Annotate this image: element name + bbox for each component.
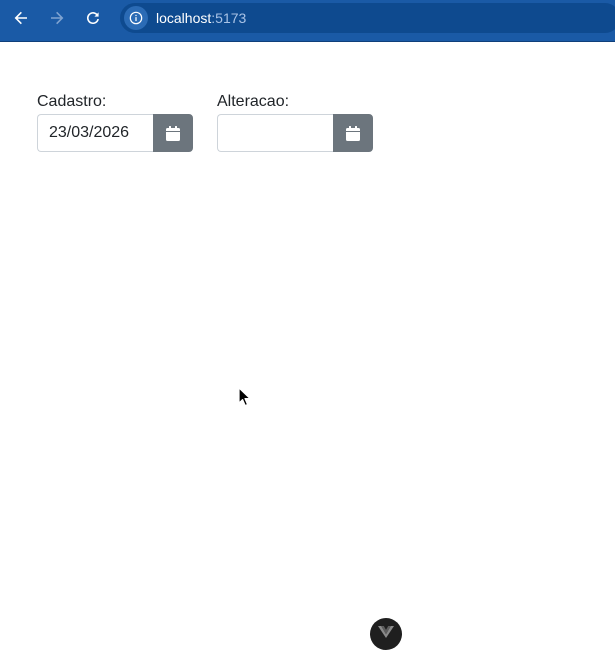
alteracao-input-group — [217, 114, 373, 152]
url-port: :5173 — [211, 10, 247, 26]
cadastro-label: Cadastro: — [37, 93, 107, 110]
cadastro-field-group: Cadastro: — [37, 92, 193, 152]
forward-button[interactable] — [44, 5, 70, 31]
back-button[interactable] — [8, 5, 34, 31]
browser-toolbar: localhost:5173 — [0, 0, 615, 42]
calendar-icon — [166, 125, 180, 141]
url-host: localhost — [156, 10, 212, 26]
address-bar[interactable]: localhost:5173 — [120, 3, 615, 33]
vue-devtools-toggle[interactable] — [370, 618, 402, 650]
site-info-icon — [129, 11, 143, 25]
site-info-button[interactable] — [124, 6, 148, 30]
alteracao-label: Alteracao: — [217, 93, 290, 110]
reload-icon — [86, 12, 99, 25]
alteracao-field-group: Alteracao: — [217, 92, 373, 152]
alteracao-calendar-button[interactable] — [333, 114, 373, 152]
url-text[interactable]: localhost:5173 — [156, 10, 246, 26]
mouse-cursor-icon — [238, 387, 251, 407]
date-form: Cadastro: Alteracao: — [37, 92, 397, 152]
calendar-icon — [346, 125, 360, 141]
cadastro-calendar-button[interactable] — [153, 114, 193, 152]
reload-button[interactable] — [80, 5, 106, 31]
vue-logo-icon — [378, 626, 394, 638]
alteracao-date-input[interactable] — [217, 114, 333, 152]
cadastro-date-input[interactable] — [37, 114, 153, 152]
cadastro-input-group — [37, 114, 193, 152]
back-arrow-icon — [14, 11, 27, 25]
forward-arrow-icon — [51, 11, 64, 25]
